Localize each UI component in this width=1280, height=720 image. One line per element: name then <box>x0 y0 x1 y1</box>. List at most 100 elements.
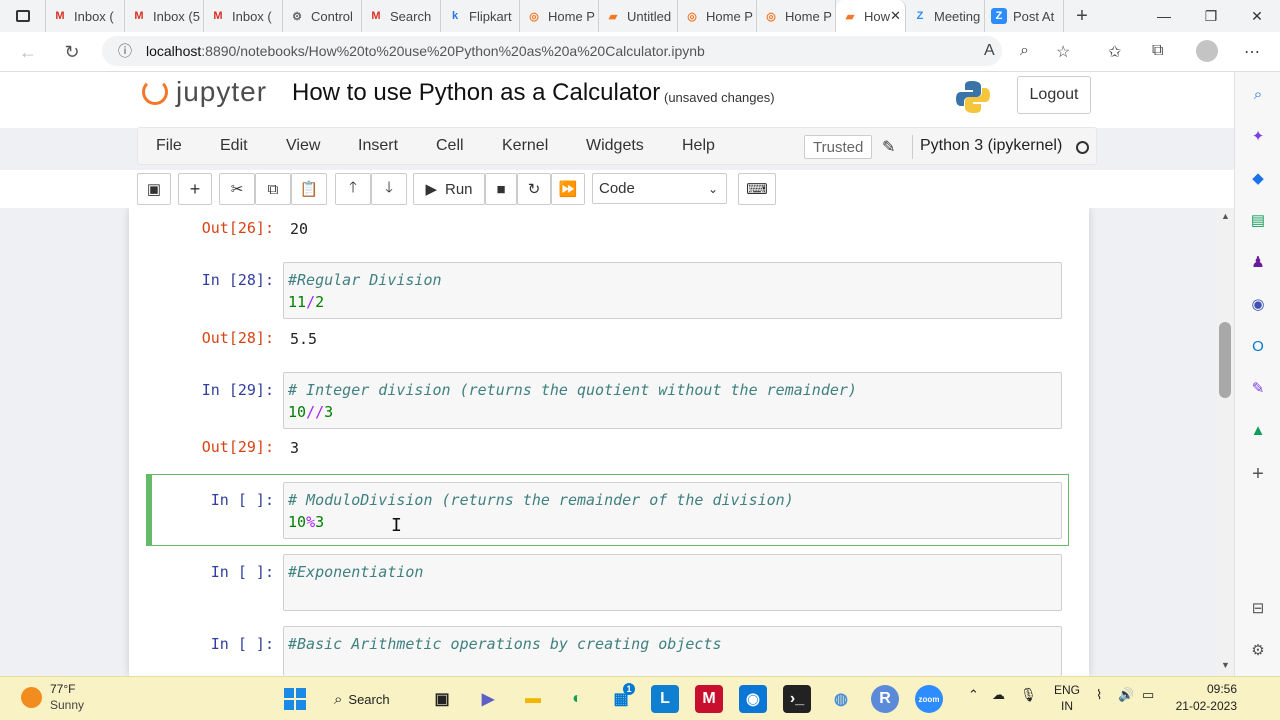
scroll-down-icon[interactable]: ▼ <box>1221 660 1230 670</box>
discover-icon[interactable]: ✦ <box>1248 126 1268 146</box>
trusted-indicator[interactable]: Trusted <box>804 135 873 159</box>
task-view-icon[interactable]: ▣ <box>428 685 456 713</box>
copy-icon[interactable]: ⧉ <box>255 173 291 205</box>
office-icon[interactable]: ◉ <box>1248 294 1268 314</box>
browser-tab[interactable]: M Inbox ( <box>46 0 125 32</box>
run-button[interactable]: ▶ Run <box>413 173 485 205</box>
browser-tab[interactable]: k Flipkart <box>441 0 520 32</box>
minimize-icon[interactable]: — <box>1141 0 1187 32</box>
code-cell-input[interactable]: #Basic Arithmetic operations by creating… <box>283 626 1062 676</box>
keyboard-icon[interactable]: ⌨ <box>738 173 776 205</box>
more-menu-icon[interactable]: ⋯ <box>1244 42 1260 62</box>
code-cell-input[interactable]: #Exponentiation <box>283 554 1062 611</box>
teams-icon[interactable]: ▶ <box>474 685 502 713</box>
browser-tab[interactable]: ◎ Home P <box>678 0 757 32</box>
save-status: (unsaved changes) <box>664 90 775 105</box>
volume-icon[interactable]: 🔊 <box>1118 687 1134 703</box>
close-window-icon[interactable]: ✕ <box>1234 0 1280 32</box>
paste-icon[interactable]: 📋 <box>291 173 327 205</box>
back-icon[interactable]: ← <box>10 36 46 68</box>
app-l-icon[interactable]: L <box>651 685 679 713</box>
show-hidden-icons[interactable]: ⌃ <box>968 687 979 703</box>
read-aloud-icon[interactable]: A <box>984 42 995 60</box>
cell-type-select[interactable]: Code ⌄ <box>592 173 727 204</box>
kernel-name[interactable]: Python 3 (ipykernel) <box>920 137 1062 155</box>
store-icon[interactable]: ▦ 1 <box>607 683 635 713</box>
windows-start-icon[interactable] <box>281 685 309 713</box>
menu-edit[interactable]: Edit <box>220 137 248 155</box>
menu-cell[interactable]: Cell <box>436 137 464 155</box>
outlook-icon[interactable]: O <box>1248 336 1268 356</box>
logout-button[interactable]: Logout <box>1017 76 1091 114</box>
shopping-icon[interactable]: ◆ <box>1248 168 1268 188</box>
edit-pencil-icon[interactable]: ✎ <box>882 137 895 157</box>
r-app-icon[interactable]: R <box>871 685 899 713</box>
zoom-icon[interactable]: zoom <box>915 685 943 713</box>
browser-tab[interactable]: ◎ Home P <box>757 0 836 32</box>
browser-tab[interactable]: ◎ Home P <box>520 0 599 32</box>
taskbar-search[interactable]: ⌕ Search <box>334 685 408 713</box>
browser-tab[interactable]: M Inbox (5 <box>125 0 204 32</box>
browser-tab[interactable]: M Inbox ( <box>204 0 283 32</box>
restart-icon[interactable]: ↻ <box>517 173 551 205</box>
reload-icon[interactable]: ↻ <box>54 36 90 68</box>
outlook-icon[interactable]: ◉ <box>739 685 767 713</box>
microphone-icon[interactable]: 🎙 <box>1020 687 1037 703</box>
stop-icon[interactable]: ■ <box>485 173 517 205</box>
menu-help[interactable]: Help <box>682 137 715 155</box>
zoom-lens-icon[interactable]: ⌕ <box>1020 42 1029 60</box>
jupyter-logo[interactable]: jupyter <box>142 76 267 108</box>
favorites-icon[interactable]: ✩ <box>1108 42 1121 62</box>
terminal-icon[interactable]: ›_ <box>783 685 811 713</box>
page-scrollbar[interactable]: ▲ ▼ <box>1216 208 1234 676</box>
fast-forward-icon[interactable]: ⏩ <box>551 173 585 205</box>
menu-insert[interactable]: Insert <box>358 137 398 155</box>
restore-icon[interactable]: ❐ <box>1188 0 1234 32</box>
clock[interactable]: 09:56 21-02-2023 <box>1175 681 1237 715</box>
browser-tab[interactable]: Z Post At <box>985 0 1064 32</box>
move-up-icon[interactable]: 🡑 <box>335 173 371 205</box>
code-cell-input[interactable]: # Integer division (returns the quotient… <box>283 372 1062 429</box>
move-down-icon[interactable]: 🡓 <box>371 173 407 205</box>
notebook-title[interactable]: How to use Python as a Calculator <box>292 79 660 107</box>
browser-tab[interactable]: Z Meeting <box>906 0 985 32</box>
browser-tab[interactable]: ⚙ Control <box>283 0 362 32</box>
info-icon[interactable]: ⓘ <box>118 41 132 61</box>
network-globe-icon[interactable]: ◍ <box>827 685 855 713</box>
collections-icon[interactable]: ⧉ <box>1152 42 1163 60</box>
tools-icon[interactable]: ▤ <box>1248 210 1268 230</box>
designer-icon[interactable]: ✎ <box>1248 378 1268 398</box>
menu-kernel[interactable]: Kernel <box>502 137 548 155</box>
scroll-up-icon[interactable]: ▲ <box>1221 211 1230 221</box>
scrollbar-thumb[interactable] <box>1219 322 1231 398</box>
save-icon[interactable]: ▣ <box>137 173 171 205</box>
add-icon[interactable]: + <box>1248 463 1268 485</box>
new-tab-button[interactable]: + <box>1064 0 1100 32</box>
games-icon[interactable]: ♟ <box>1248 252 1268 272</box>
menu-file[interactable]: File <box>156 137 182 155</box>
split-screen-icon[interactable]: ⊟ <box>1248 598 1268 618</box>
close-tab-icon[interactable]: ✕ <box>890 8 901 24</box>
settings-icon[interactable]: ⚙ <box>1248 640 1268 660</box>
menu-view[interactable]: View <box>286 137 320 155</box>
cut-icon[interactable]: ✂ <box>219 173 255 205</box>
code-cell-input[interactable]: #Regular Division 11/2 <box>283 262 1062 319</box>
browser-tab[interactable]: ▰ Untitled <box>599 0 678 32</box>
mcafee-icon[interactable]: M <box>695 685 723 713</box>
tree-icon[interactable]: ▲ <box>1248 420 1268 440</box>
network-icon[interactable]: ☁ <box>992 687 1005 703</box>
file-explorer-icon[interactable]: ▬ <box>519 685 547 713</box>
wifi-icon[interactable]: ⌇ <box>1096 687 1102 703</box>
tab-actions-icon[interactable] <box>0 0 46 32</box>
browser-tab[interactable]: M Search <box>362 0 441 32</box>
battery-icon[interactable]: ▭ <box>1142 687 1154 703</box>
edge-icon[interactable]: ◐ <box>563 685 591 713</box>
add-favorite-icon[interactable]: ☆ <box>1056 42 1070 62</box>
search-icon[interactable]: ⌕ <box>1248 84 1268 104</box>
browser-tab-active[interactable]: ▰ How ✕ <box>836 0 906 32</box>
insert-cell-icon[interactable]: + <box>178 173 212 205</box>
profile-avatar[interactable] <box>1196 40 1218 62</box>
language-indicator[interactable]: ENG IN <box>1054 682 1080 714</box>
url-field[interactable]: ⓘ localhost:8890/notebooks/How%20to%20us… <box>102 36 1002 66</box>
menu-widgets[interactable]: Widgets <box>586 137 644 155</box>
